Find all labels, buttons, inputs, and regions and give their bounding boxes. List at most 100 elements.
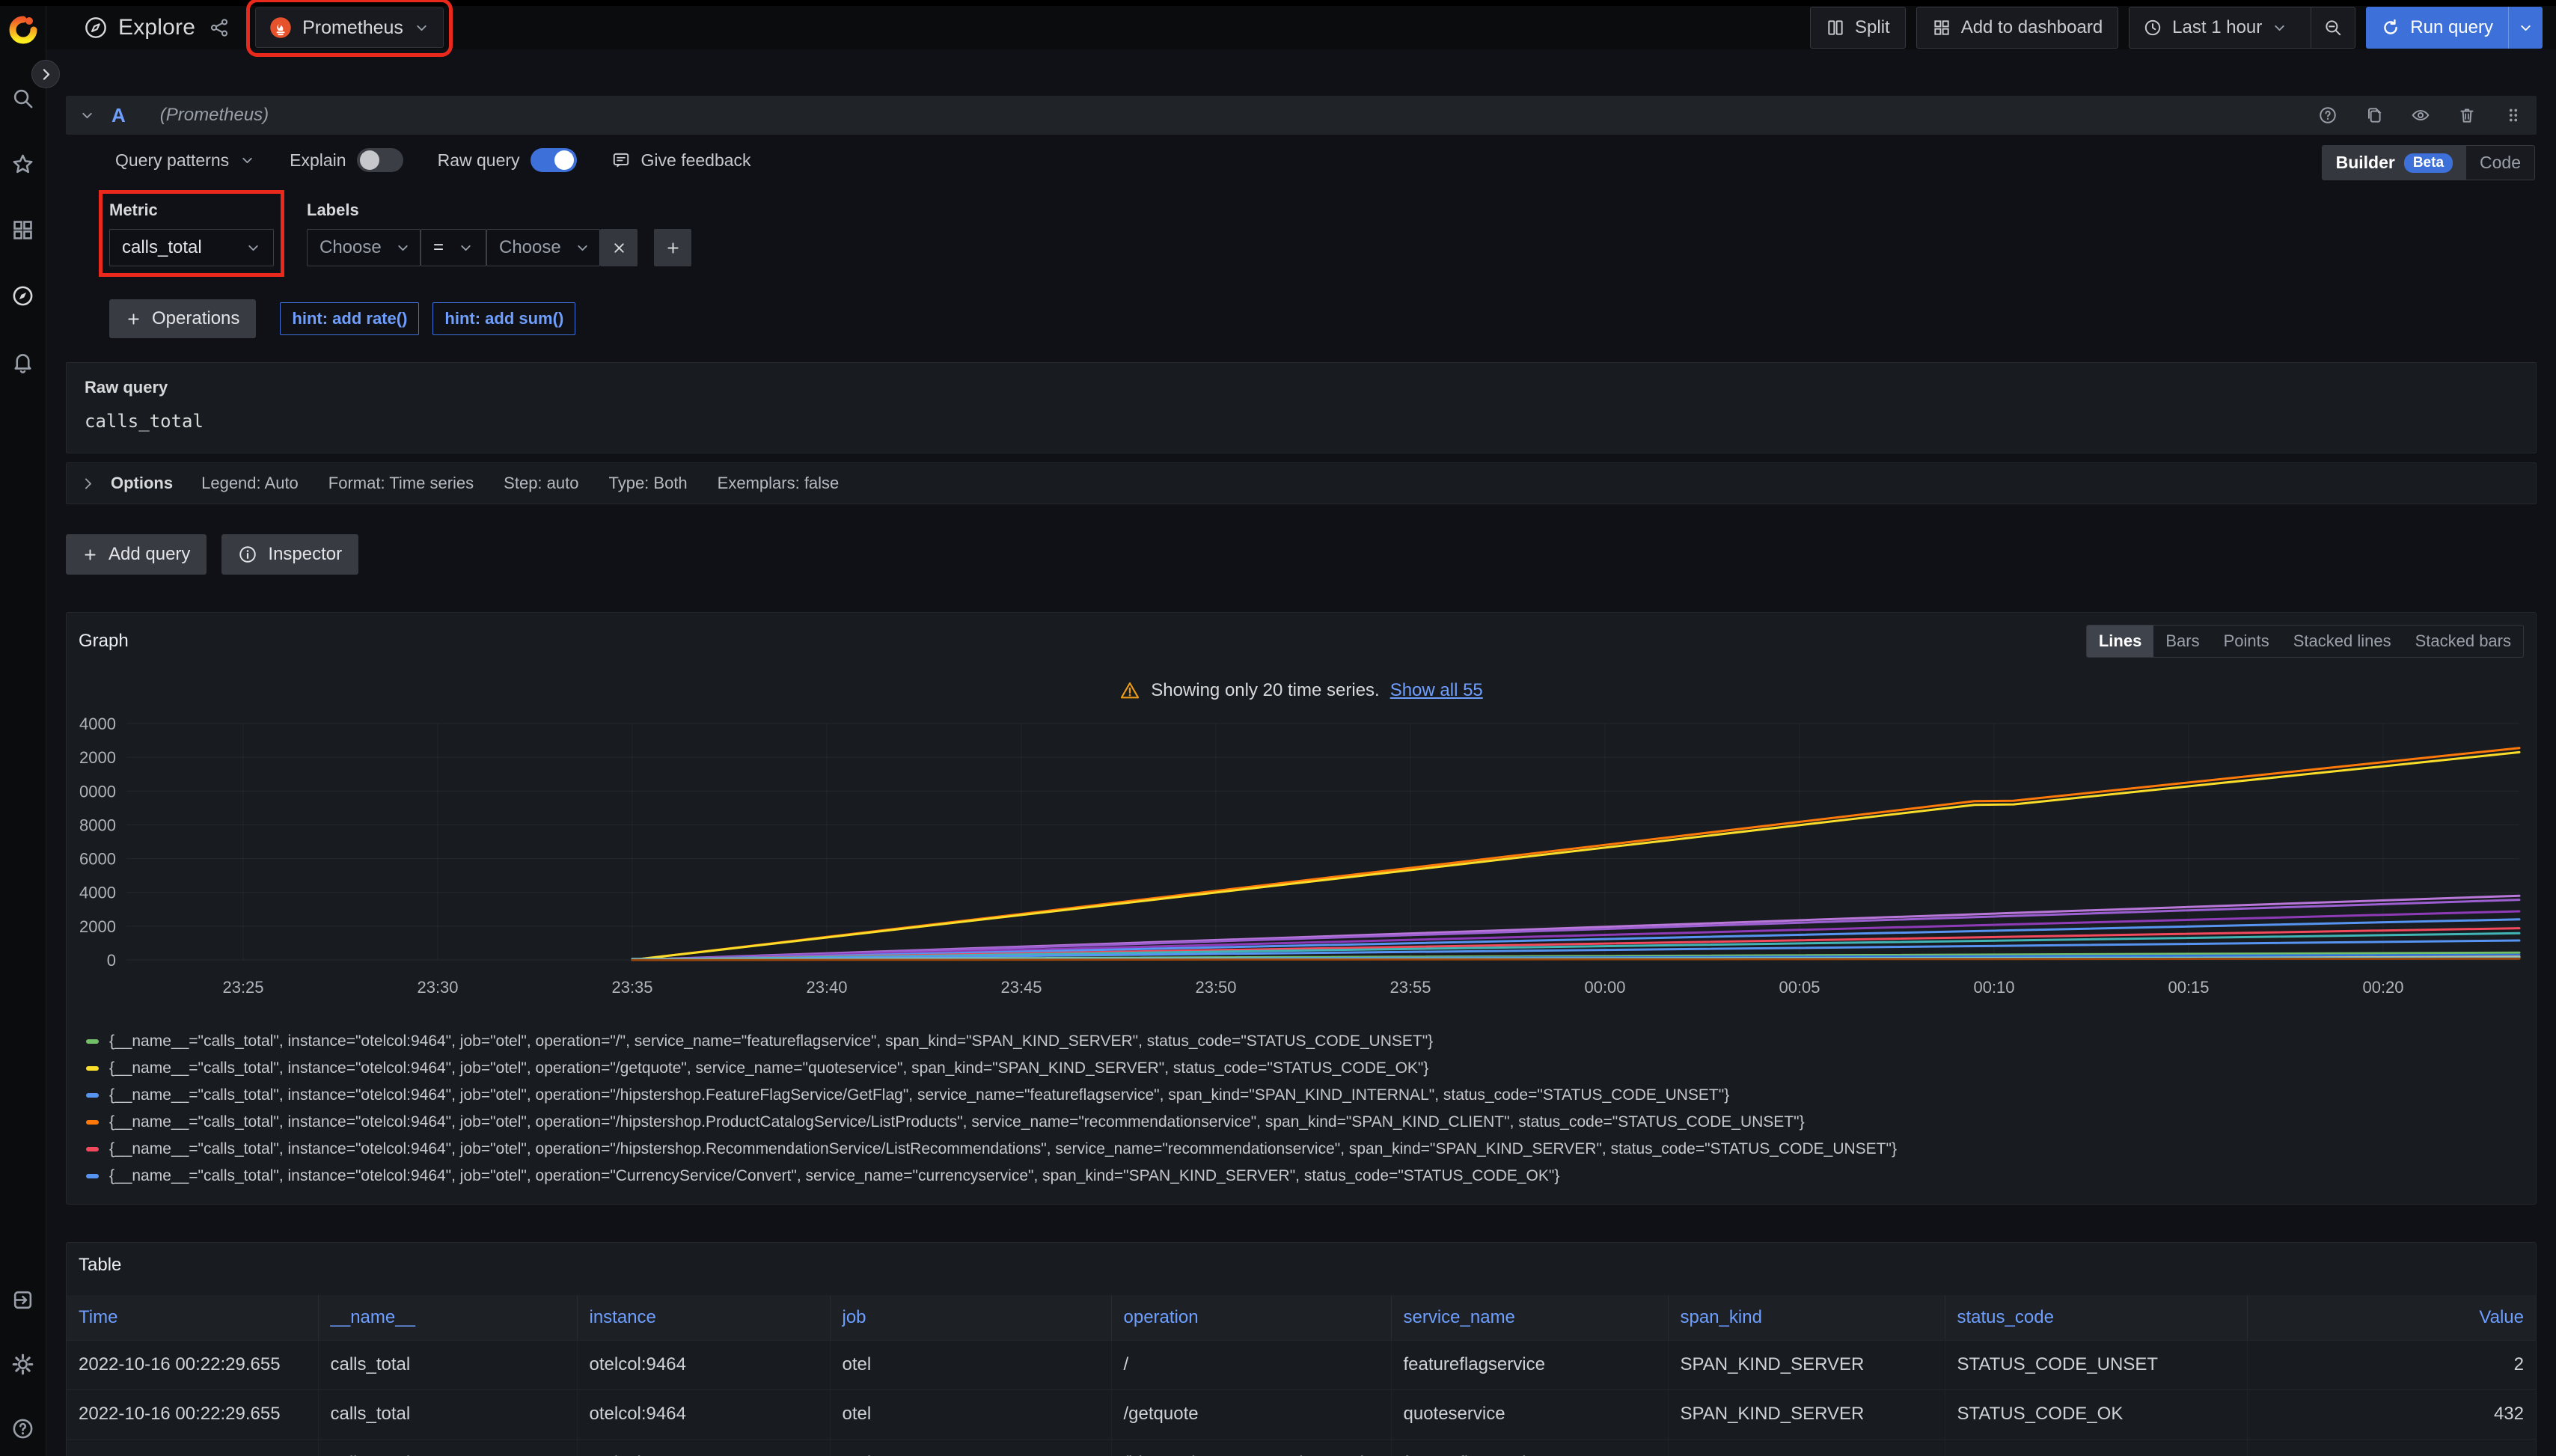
collapse-chevron-icon[interactable] <box>79 108 95 123</box>
give-feedback-link[interactable]: Give feedback <box>611 150 751 171</box>
run-query-label: Run query <box>2410 17 2493 38</box>
legend-item[interactable]: {__name__="calls_total", instance="otelc… <box>86 1028 2524 1055</box>
delete-query-trash-icon[interactable] <box>2457 105 2477 125</box>
zoom-out-time-button[interactable] <box>2311 7 2355 48</box>
table-panel: Table Time__name__instancejoboperationse… <box>66 1242 2537 1456</box>
inspector-button[interactable]: Inspector <box>221 534 358 575</box>
builder-mode-button[interactable]: Builder Beta <box>2323 146 2466 180</box>
raw-query-toggle[interactable] <box>531 148 577 172</box>
legend-item[interactable]: {__name__="calls_total", instance="otelc… <box>86 1136 2524 1163</box>
label-value-select[interactable]: Choose <box>486 229 600 266</box>
query-patterns-dropdown[interactable]: Query patterns <box>115 150 255 171</box>
column-header-operation[interactable]: operation <box>1111 1295 1391 1340</box>
label-operator-value: = <box>433 237 444 258</box>
column-header-instance[interactable]: instance <box>577 1295 830 1340</box>
hint-button-1[interactable]: hint: add sum() <box>432 302 575 335</box>
svg-text:23:30: 23:30 <box>417 978 458 997</box>
datasource-picker[interactable]: Prometheus <box>255 7 444 48</box>
svg-text:23:45: 23:45 <box>1000 978 1042 997</box>
table-row[interactable]: 2022-10-16 00:22:29.655calls_totalotelco… <box>67 1439 2536 1456</box>
legend-item[interactable]: {__name__="calls_total", instance="otelc… <box>86 1109 2524 1136</box>
table-row[interactable]: 2022-10-16 00:22:29.655calls_totalotelco… <box>67 1389 2536 1439</box>
svg-text:6000: 6000 <box>79 850 116 869</box>
sidebar <box>0 6 46 1456</box>
column-header-Value[interactable]: Value <box>2247 1295 2536 1340</box>
column-header-span_kind[interactable]: span_kind <box>1668 1295 1945 1340</box>
settings-gear-icon[interactable] <box>11 1353 34 1380</box>
chevron-down-icon <box>575 240 590 256</box>
sidebar-expand-button[interactable] <box>31 60 60 88</box>
code-mode-button[interactable]: Code <box>2466 146 2534 180</box>
legend-item[interactable]: {__name__="calls_total", instance="otelc… <box>86 1082 2524 1109</box>
query-options-bar[interactable]: Options Legend: AutoFormat: Time seriesS… <box>66 462 2537 504</box>
legend-label: {__name__="calls_total", instance="otelc… <box>109 1033 1433 1050</box>
help-icon[interactable] <box>11 1417 34 1444</box>
view-mode-stacked-lines[interactable]: Stacked lines <box>2281 625 2403 657</box>
add-label-filter-button[interactable] <box>654 229 691 266</box>
give-feedback-label: Give feedback <box>641 150 751 171</box>
add-to-dashboard-button[interactable]: Add to dashboard <box>1916 7 2118 49</box>
table-row[interactable]: 2022-10-16 00:22:29.655calls_totalotelco… <box>67 1340 2536 1389</box>
metric-selector: Metric calls_total <box>109 201 274 266</box>
hint-button-0[interactable]: hint: add rate() <box>280 302 419 335</box>
hint-buttons: hint: add rate() hint: add sum() <box>280 302 575 335</box>
alerting-icon[interactable] <box>11 350 34 377</box>
run-query-dropdown[interactable] <box>2508 7 2543 49</box>
view-mode-lines[interactable]: Lines <box>2087 625 2153 657</box>
column-header-status_code[interactable]: status_code <box>1945 1295 2247 1340</box>
svg-text:12000: 12000 <box>79 748 116 767</box>
table-cell: 2022-10-16 00:22:29.655 <box>67 1340 318 1389</box>
options-summary-items: Legend: AutoFormat: Time seriesStep: aut… <box>201 474 839 493</box>
split-button[interactable]: Split <box>1810 7 1906 49</box>
show-all-series-link[interactable]: Show all 55 <box>1390 680 1483 701</box>
grafana-logo[interactable] <box>7 13 39 45</box>
column-header-job[interactable]: job <box>830 1295 1111 1340</box>
svg-text:00:20: 00:20 <box>2362 978 2403 997</box>
add-operations-button[interactable]: Operations <box>109 299 256 338</box>
share-icon[interactable] <box>209 17 230 38</box>
explore-nav-icon[interactable] <box>11 284 34 311</box>
search-icon[interactable] <box>11 87 34 114</box>
column-header-service_name[interactable]: service_name <box>1391 1295 1668 1340</box>
remove-label-filter-button[interactable] <box>600 229 638 266</box>
legend-color-marker <box>86 1066 99 1071</box>
label-value-value: Choose <box>499 237 561 258</box>
column-header-Time[interactable]: Time <box>67 1295 318 1340</box>
metric-select[interactable]: calls_total <box>109 229 274 266</box>
table-cell: otel <box>830 1340 1111 1389</box>
view-mode-bars[interactable]: Bars <box>2153 625 2211 657</box>
dashboards-icon[interactable] <box>11 218 34 245</box>
time-range-picker[interactable]: Last 1 hour <box>2129 7 2355 49</box>
explore-compass-icon <box>84 16 108 40</box>
split-label: Split <box>1855 17 1890 38</box>
run-query-button[interactable]: Run query <box>2366 7 2543 49</box>
column-header-__name__[interactable]: __name__ <box>318 1295 577 1340</box>
view-mode-stacked-bars[interactable]: Stacked bars <box>2403 625 2523 657</box>
explain-toggle[interactable] <box>357 148 403 172</box>
hide-query-eye-icon[interactable] <box>2411 105 2430 125</box>
duplicate-query-icon[interactable] <box>2364 105 2384 125</box>
query-row-header[interactable]: A (Prometheus) <box>66 96 2537 135</box>
table-cell: calls_total <box>318 1340 577 1389</box>
sign-in-icon[interactable] <box>11 1288 34 1315</box>
table-cell: otelcol:9464 <box>577 1340 830 1389</box>
time-series-chart[interactable]: 0200040006000800010000120001400023:2523:… <box>79 713 2524 1022</box>
starred-icon[interactable] <box>11 153 34 180</box>
drag-handle-icon[interactable] <box>2504 105 2523 125</box>
view-mode-points[interactable]: Points <box>2212 625 2281 657</box>
query-help-icon[interactable] <box>2318 105 2338 125</box>
legend-label: {__name__="calls_total", instance="otelc… <box>109 1059 1428 1077</box>
add-to-dashboard-label: Add to dashboard <box>1961 17 2103 38</box>
svg-text:2000: 2000 <box>79 917 116 936</box>
legend-item[interactable]: {__name__="calls_total", instance="otelc… <box>86 1163 2524 1190</box>
label-operator-select[interactable]: = <box>421 229 486 266</box>
legend-color-marker <box>86 1093 99 1098</box>
chart-svg: 0200040006000800010000120001400023:2523:… <box>79 713 2525 1018</box>
legend-color-marker <box>86 1174 99 1178</box>
close-icon <box>611 240 627 256</box>
svg-text:4000: 4000 <box>79 884 116 902</box>
label-key-select[interactable]: Choose <box>307 229 421 266</box>
add-query-button[interactable]: Add query <box>66 534 207 575</box>
legend-item[interactable]: {__name__="calls_total", instance="otelc… <box>86 1055 2524 1082</box>
table-panel-title: Table <box>67 1255 2536 1276</box>
